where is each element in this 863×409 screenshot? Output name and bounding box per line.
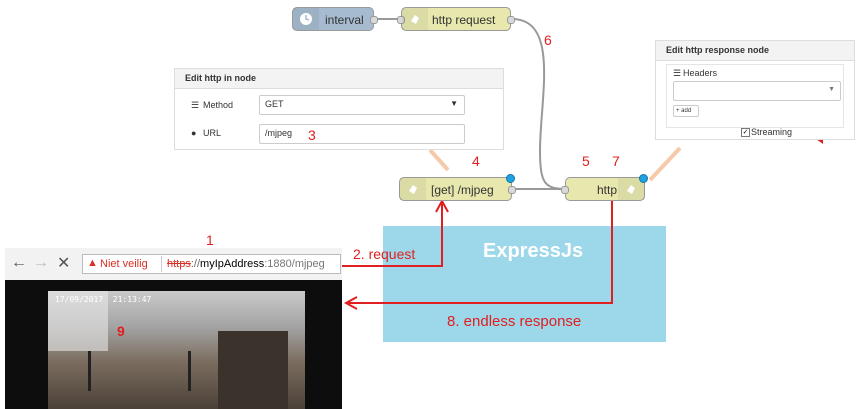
annotation-request: 2. request (353, 246, 416, 262)
forward-icon[interactable]: → (33, 254, 49, 272)
streaming-label: Streaming (751, 127, 793, 137)
interval-node[interactable]: interval (292, 7, 378, 31)
method-select[interactable]: GET ▼ (259, 95, 465, 115)
http-in-editor-title: Edit http in node (175, 69, 503, 89)
add-header-button[interactable]: + add (673, 105, 699, 117)
annotation-5: 5 (582, 153, 590, 169)
annotation-1: 1 (206, 232, 214, 248)
method-label: Method (203, 100, 234, 110)
changed-indicator (506, 174, 515, 183)
address-bar[interactable]: ▲ Niet veilig https://myIpAddress:1880/m… (82, 254, 341, 274)
lamp-cord (188, 351, 191, 391)
list-icon: ☰ (673, 68, 682, 78)
http-response-editor-title: Edit http response node (656, 41, 854, 61)
address-divider (161, 256, 162, 272)
method-select-value: GET (265, 99, 284, 109)
warning-icon: ▲ (87, 257, 98, 269)
url-path: :1880/mjpeg (264, 258, 325, 270)
caret-down-icon: ▼ (828, 86, 835, 93)
globe-icon (402, 8, 428, 30)
annotation-endless-response: 8. endless response (447, 313, 582, 330)
list-icon: ☰ (191, 100, 200, 110)
streaming-checkbox[interactable]: ✓ (741, 128, 750, 137)
http-response-editor-panel: Edit http response node ☰ Headers ▼ + ad… (655, 40, 855, 140)
url-label: URL (203, 128, 222, 138)
caret-down-icon: ▼ (450, 99, 458, 108)
browser-toolbar: ← → ✕ ▲ Niet veilig https://myIpAddress:… (5, 248, 342, 281)
back-icon[interactable]: ← (11, 254, 27, 272)
connector-httpresponse-editor (648, 146, 682, 182)
video-timestamp: 17/09/2017 21:13:47 (55, 295, 152, 304)
http-request-node[interactable]: http request (397, 7, 515, 31)
url-input-value: /mjpeg (265, 128, 293, 138)
headers-label: Headers (683, 68, 718, 78)
lamp-cord (88, 351, 91, 391)
wire-request-response (511, 18, 569, 190)
headers-section: ☰ Headers ▼ + add (666, 64, 844, 128)
doorway (218, 331, 288, 409)
interval-node-label: interval (325, 13, 364, 27)
annotation-4: 4 (472, 153, 480, 169)
camera-image (48, 291, 305, 409)
url-scheme: https (167, 258, 191, 270)
mjpeg-video-stream: 17/09/2017 21:13:47 9 (5, 280, 342, 409)
close-icon[interactable]: ✕ (57, 253, 70, 273)
http-response-input-port[interactable] (561, 186, 569, 194)
annotation-3: 3 (308, 127, 316, 143)
http-in-output-port[interactable] (508, 186, 516, 194)
security-status: Niet veilig (100, 258, 148, 270)
http-in-node-label: [get] /mjpeg (431, 183, 494, 197)
connector-httpin-editor (428, 148, 450, 172)
globe-icon: ● (191, 128, 197, 138)
url-input[interactable]: /mjpeg (259, 124, 465, 144)
interval-output-port[interactable] (370, 16, 378, 24)
annotation-7: 7 (612, 153, 620, 169)
annotation-6: 6 (544, 32, 552, 48)
globe-icon (400, 178, 426, 200)
headers-select[interactable]: ▼ (673, 81, 841, 101)
http-in-editor-panel: Edit http in node ☰ Method GET ▼ ● URL /… (174, 68, 504, 150)
http-response-node[interactable]: http (561, 174, 648, 201)
http-in-node[interactable]: [get] /mjpeg (399, 174, 516, 201)
add-header-label: + add (676, 108, 692, 114)
url-separator: :// (190, 258, 201, 270)
url-text: https://myIpAddress:1880/mjpeg (167, 258, 325, 270)
timer-icon (293, 8, 319, 30)
http-response-node-label: http (597, 183, 618, 197)
changed-indicator (639, 174, 648, 183)
http-request-output-port[interactable] (507, 16, 515, 24)
annotation-9: 9 (117, 323, 125, 339)
http-request-node-label: http request (432, 13, 496, 27)
url-host: myIpAddress (200, 258, 265, 270)
